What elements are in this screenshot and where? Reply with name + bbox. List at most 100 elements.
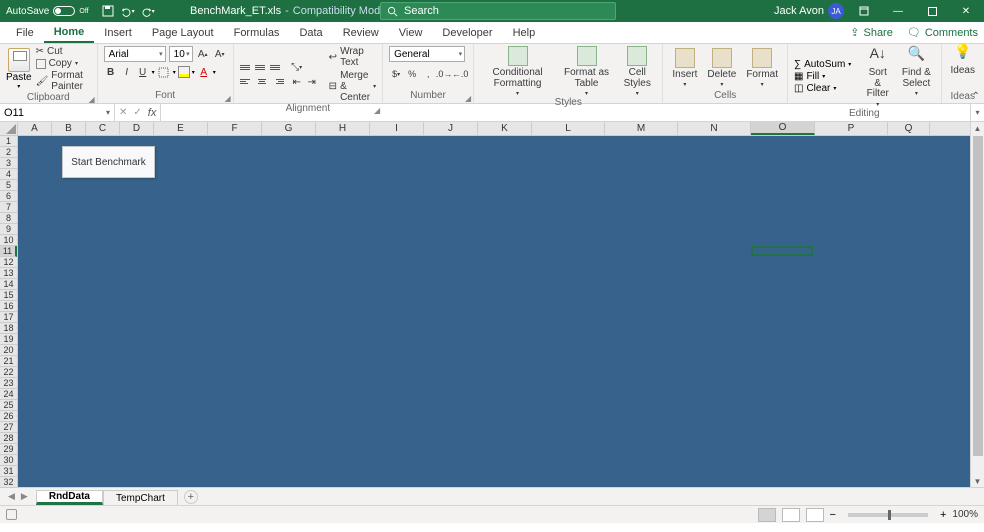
column-header-F[interactable]: F: [208, 122, 262, 135]
close-button[interactable]: ✕: [952, 0, 980, 22]
column-header-G[interactable]: G: [262, 122, 316, 135]
row-header-4[interactable]: 4: [0, 169, 17, 180]
zoom-slider[interactable]: [848, 513, 928, 517]
tab-page_layout[interactable]: Page Layout: [142, 22, 224, 43]
row-header-7[interactable]: 7: [0, 202, 17, 213]
cell-area[interactable]: Start Benchmark: [18, 136, 970, 487]
sheet-nav-prev[interactable]: ◀: [8, 491, 15, 502]
expand-formula-bar-button[interactable]: ▾: [970, 104, 984, 121]
row-header-20[interactable]: 20: [0, 345, 17, 356]
undo-icon[interactable]: ▾: [121, 4, 135, 18]
autosum-button[interactable]: ∑AutoSum ▾: [794, 59, 851, 70]
row-header-19[interactable]: 19: [0, 334, 17, 345]
row-header-12[interactable]: 12: [0, 257, 17, 268]
sheet-tab-rnddata[interactable]: RndData: [36, 490, 103, 505]
align-left-button[interactable]: [240, 75, 254, 88]
column-header-E[interactable]: E: [154, 122, 208, 135]
row-header-11[interactable]: 11: [0, 246, 17, 257]
collapse-ribbon-button[interactable]: ⌃: [972, 91, 980, 102]
row-header-17[interactable]: 17: [0, 312, 17, 323]
enter-formula-button[interactable]: ✓: [133, 107, 141, 118]
fill-color-button[interactable]: [178, 66, 190, 78]
scroll-down-button[interactable]: ▼: [971, 475, 984, 487]
page-layout-view-button[interactable]: [782, 508, 800, 522]
save-icon[interactable]: [101, 4, 115, 18]
row-header-28[interactable]: 28: [0, 433, 17, 444]
increase-font-button[interactable]: A▴: [196, 47, 210, 61]
row-header-9[interactable]: 9: [0, 224, 17, 235]
maximize-button[interactable]: [918, 0, 946, 22]
row-header-18[interactable]: 18: [0, 323, 17, 334]
wrap-text-button[interactable]: ↩Wrap Text: [329, 46, 376, 68]
row-header-21[interactable]: 21: [0, 356, 17, 367]
ribbon-display-options[interactable]: [850, 0, 878, 22]
increase-decimal-button[interactable]: .0→: [437, 67, 451, 81]
decrease-indent-button[interactable]: ⇤: [290, 75, 304, 89]
row-header-8[interactable]: 8: [0, 213, 17, 224]
row-header-30[interactable]: 30: [0, 455, 17, 466]
tab-developer[interactable]: Developer: [432, 22, 502, 43]
row-header-23[interactable]: 23: [0, 378, 17, 389]
normal-view-button[interactable]: [758, 508, 776, 522]
font-dialog-launcher[interactable]: ◢: [225, 94, 231, 103]
format-cells-button[interactable]: Format▾: [743, 48, 781, 89]
start-benchmark-button[interactable]: Start Benchmark: [62, 146, 155, 178]
column-header-D[interactable]: D: [120, 122, 154, 135]
clipboard-dialog-launcher[interactable]: ◢: [89, 95, 95, 104]
vertical-scrollbar[interactable]: ▲ ▼: [970, 122, 984, 487]
paste-button[interactable]: Paste ▾: [6, 48, 32, 90]
horizontal-scroll-area[interactable]: [198, 488, 984, 505]
delete-cells-button[interactable]: Delete▾: [704, 48, 739, 89]
search-box[interactable]: Search: [380, 2, 616, 20]
tab-formulas[interactable]: Formulas: [224, 22, 290, 43]
column-header-L[interactable]: L: [532, 122, 605, 135]
tab-data[interactable]: Data: [289, 22, 332, 43]
zoom-level[interactable]: 100%: [952, 509, 978, 520]
alignment-dialog-launcher[interactable]: ◢: [374, 106, 380, 115]
merge-center-button[interactable]: ⊟Merge & Center ▾: [329, 70, 376, 103]
zoom-in-button[interactable]: +: [940, 509, 946, 521]
name-box[interactable]: O11: [0, 104, 115, 121]
orientation-button[interactable]: ⤡▾: [290, 60, 304, 74]
align-middle-button[interactable]: [255, 61, 269, 74]
filename[interactable]: BenchMark_ET.xls: [190, 5, 281, 17]
bold-button[interactable]: B: [104, 65, 118, 79]
row-header-27[interactable]: 27: [0, 422, 17, 433]
tab-help[interactable]: Help: [503, 22, 546, 43]
row-header-31[interactable]: 31: [0, 466, 17, 477]
column-header-N[interactable]: N: [678, 122, 751, 135]
percent-format-button[interactable]: %: [405, 67, 419, 81]
row-header-1[interactable]: 1: [0, 136, 17, 147]
macro-record-button[interactable]: [6, 509, 17, 520]
row-header-10[interactable]: 10: [0, 235, 17, 246]
row-header-5[interactable]: 5: [0, 180, 17, 191]
decrease-decimal-button[interactable]: ←.0: [453, 67, 467, 81]
cut-button[interactable]: ✂Cut: [36, 46, 91, 57]
number-format-select[interactable]: General: [389, 46, 465, 62]
row-header-25[interactable]: 25: [0, 400, 17, 411]
column-header-B[interactable]: B: [52, 122, 86, 135]
minimize-button[interactable]: —: [884, 0, 912, 22]
format-painter-button[interactable]: 🖌Format Painter: [36, 70, 91, 92]
sheet-nav-next[interactable]: ▶: [21, 491, 28, 502]
redo-icon[interactable]: ▾: [141, 4, 155, 18]
copy-button[interactable]: Copy ▾: [36, 58, 91, 69]
fill-button[interactable]: ▦Fill ▾: [794, 71, 851, 82]
align-top-button[interactable]: [240, 61, 254, 74]
scroll-up-button[interactable]: ▲: [971, 122, 984, 134]
conditional-formatting-button[interactable]: Conditional Formatting▾: [480, 46, 555, 97]
scroll-thumb[interactable]: [973, 136, 983, 456]
font-size-select[interactable]: 10: [169, 46, 193, 62]
decrease-font-button[interactable]: A▾: [213, 47, 227, 61]
row-header-2[interactable]: 2: [0, 147, 17, 158]
column-header-Q[interactable]: Q: [888, 122, 930, 135]
row-header-3[interactable]: 3: [0, 158, 17, 169]
insert-cells-button[interactable]: Insert▾: [669, 48, 700, 89]
tab-file[interactable]: File: [6, 22, 44, 43]
cancel-formula-button[interactable]: ✕: [119, 107, 127, 118]
autosave-toggle[interactable]: AutoSave Off: [0, 6, 95, 17]
row-header-14[interactable]: 14: [0, 279, 17, 290]
align-bottom-button[interactable]: [270, 61, 284, 74]
column-header-K[interactable]: K: [478, 122, 532, 135]
new-sheet-button[interactable]: +: [184, 490, 198, 504]
